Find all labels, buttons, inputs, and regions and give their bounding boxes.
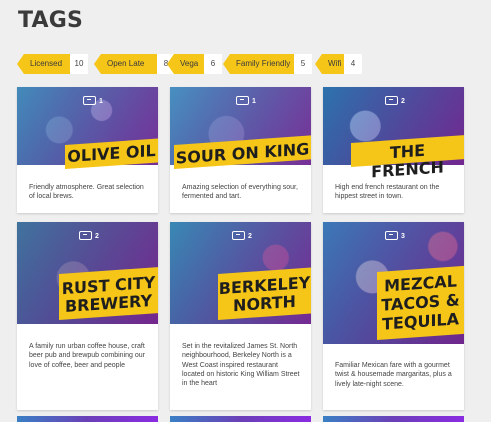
camera-icon <box>83 96 96 105</box>
restaurant-card-sour-on-king[interactable]: 1 SOUR ON KING Amazing selection of ever… <box>170 87 311 213</box>
restaurant-description: Friendly atmosphere. Great selection of … <box>29 184 144 201</box>
restaurant-description: High end french restaurant on the hippes… <box>335 184 440 201</box>
tag-count: 10 <box>70 54 88 74</box>
restaurant-name[interactable]: THE FRENCH <box>351 139 464 183</box>
camera-icon <box>232 231 245 240</box>
restaurant-description: Familiar Mexican fare with a gourmet twi… <box>335 362 452 388</box>
restaurant-card-partial <box>170 416 311 422</box>
camera-icon <box>79 231 92 240</box>
photo-count: 1 <box>99 98 103 105</box>
restaurant-name[interactable]: MEZCAL TACOS & TEQUILA <box>377 271 464 334</box>
photo-count: 2 <box>248 233 252 240</box>
restaurant-card-berkeley-north[interactable]: 2 BERKELEY NORTH Set in the revitalized … <box>170 222 311 410</box>
camera-icon <box>385 231 398 240</box>
restaurant-card-partial <box>17 416 158 422</box>
photo-count: 3 <box>401 233 405 240</box>
page-title: TAGS <box>18 8 84 33</box>
restaurant-description: Set in the revitalized James St. North n… <box>182 343 300 388</box>
camera-icon <box>385 96 398 105</box>
restaurant-name[interactable]: RUST CITY BREWERY <box>59 273 158 317</box>
tag-count: 5 <box>294 54 312 74</box>
restaurant-description: A family run urban coffee house, craft b… <box>29 343 145 369</box>
tag-count: 6 <box>204 54 222 74</box>
tag-label: Open Late <box>94 54 157 74</box>
photo-count: 2 <box>401 98 405 105</box>
restaurant-description: Amazing selection of everything sour, fe… <box>182 184 298 201</box>
restaurant-card-the-french[interactable]: 2 THE FRENCH High end french restaurant … <box>323 87 464 213</box>
tag-label: Family Friendly <box>223 54 294 74</box>
camera-icon <box>236 96 249 105</box>
restaurant-card-olive-oil[interactable]: 1 OLIVE OIL Friendly atmosphere. Great s… <box>17 87 158 213</box>
restaurant-name[interactable]: BERKELEY NORTH <box>218 273 311 317</box>
tag-count: 4 <box>344 54 362 74</box>
restaurant-card-partial <box>323 416 464 422</box>
restaurant-card-rust-city-brewery[interactable]: 2 RUST CITY BREWERY A family run urban c… <box>17 222 158 410</box>
tag-label: Wifi <box>315 54 344 74</box>
tag-label: Vega <box>167 54 204 74</box>
photo-count: 2 <box>95 233 99 240</box>
tag-label: Licensed <box>17 54 70 74</box>
restaurant-card-mezcal[interactable]: 3 MEZCAL TACOS & TEQUILA Familiar Mexica… <box>323 222 464 410</box>
photo-count: 1 <box>252 98 256 105</box>
